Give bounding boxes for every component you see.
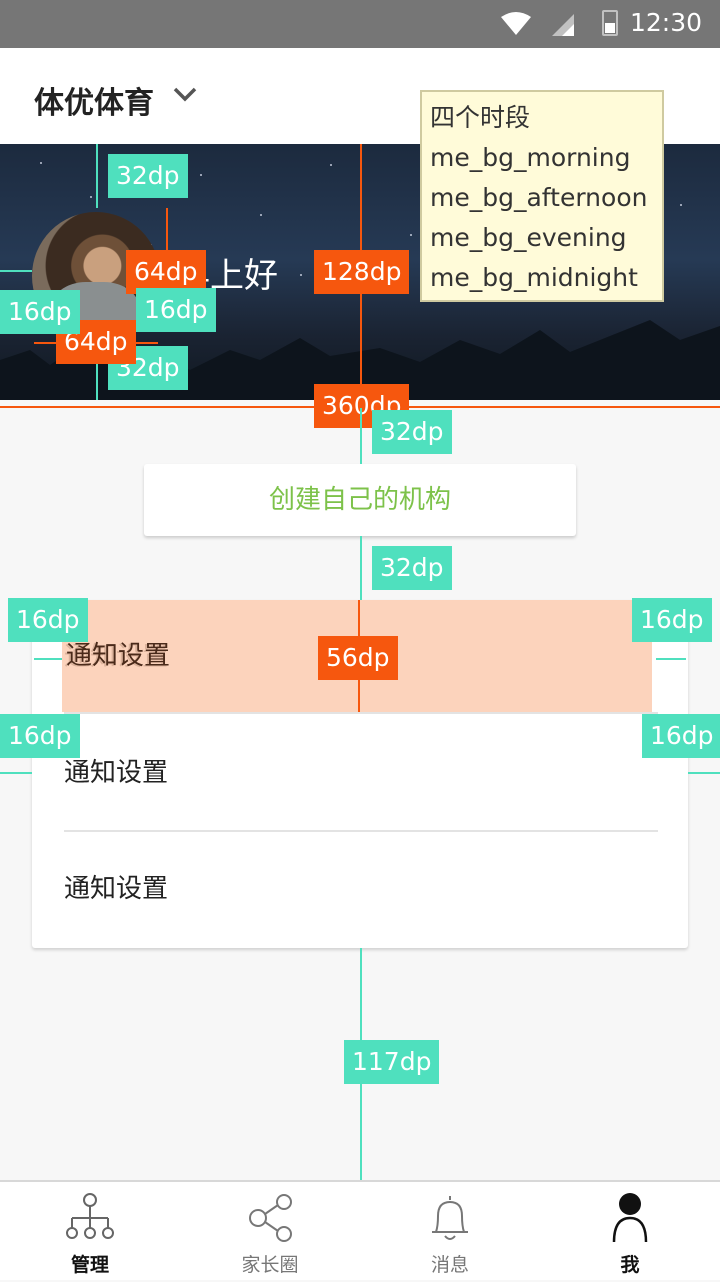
person-icon [612, 1193, 648, 1243]
note-line: me_bg_midnight [430, 263, 638, 292]
bottom-nav: 管理 家长圈 消息 我 [0, 1180, 720, 1280]
dim-line [0, 772, 32, 774]
settings-row-notification[interactable]: 通知设置 [64, 832, 656, 946]
nav-tab-manage[interactable]: 管理 [0, 1182, 180, 1282]
dim-label: 128dp [314, 250, 410, 294]
dim-label: 16dp [8, 598, 88, 642]
dim-label: 32dp [108, 154, 188, 198]
chevron-down-icon[interactable] [172, 86, 198, 104]
dim-line [96, 144, 98, 208]
note-line: me_bg_evening [430, 223, 627, 252]
dim-line [360, 408, 362, 464]
bell-icon [432, 1196, 468, 1240]
nav-label: 消息 [430, 1254, 469, 1276]
dim-line [360, 536, 362, 600]
note-line: me_bg_morning [430, 143, 631, 172]
dim-label: 56dp [318, 636, 398, 680]
dim-label: 117dp [344, 1040, 440, 1084]
dim-label: 16dp [642, 714, 720, 758]
org-chart-icon [66, 1193, 114, 1239]
share-icon [249, 1194, 292, 1242]
dim-label: 16dp [0, 290, 80, 334]
settings-row-label: 通知设置 [64, 758, 169, 788]
nav-tab-parents-circle[interactable]: 家长圈 [180, 1182, 360, 1282]
note-line: me_bg_afternoon [430, 183, 648, 212]
nav-label: 我 [620, 1254, 640, 1276]
settings-row-label: 通知设置 [64, 874, 169, 904]
divider [64, 712, 658, 714]
org-title[interactable]: 体优体育 [34, 78, 154, 122]
dim-line [688, 772, 720, 774]
nav-tab-me[interactable]: 我 [540, 1182, 720, 1282]
dim-label: 16dp [632, 598, 712, 642]
dim-label: 32dp [372, 410, 452, 454]
dim-label: 32dp [372, 546, 452, 590]
nav-label: 家长圈 [241, 1254, 299, 1276]
wifi-icon [501, 12, 531, 35]
dim-label: 16dp [136, 288, 216, 332]
signal-icon [552, 14, 574, 36]
dim-line [34, 658, 62, 660]
nav-label: 管理 [70, 1254, 109, 1276]
nav-tab-messages[interactable]: 消息 [360, 1182, 540, 1282]
status-time: 12:30 [629, 8, 702, 37]
settings-row-notification[interactable]: 通知设置 [64, 716, 656, 830]
battery-icon [602, 10, 618, 36]
dim-label: 16dp [0, 714, 80, 758]
dim-line [656, 658, 686, 660]
note-title: 四个时段 [430, 103, 531, 132]
dim-line [0, 270, 32, 272]
background-variants-note: 四个时段 me_bg_morning me_bg_afternoon me_bg… [420, 90, 664, 302]
create-org-button[interactable]: 创建自己的机构 [144, 464, 576, 536]
